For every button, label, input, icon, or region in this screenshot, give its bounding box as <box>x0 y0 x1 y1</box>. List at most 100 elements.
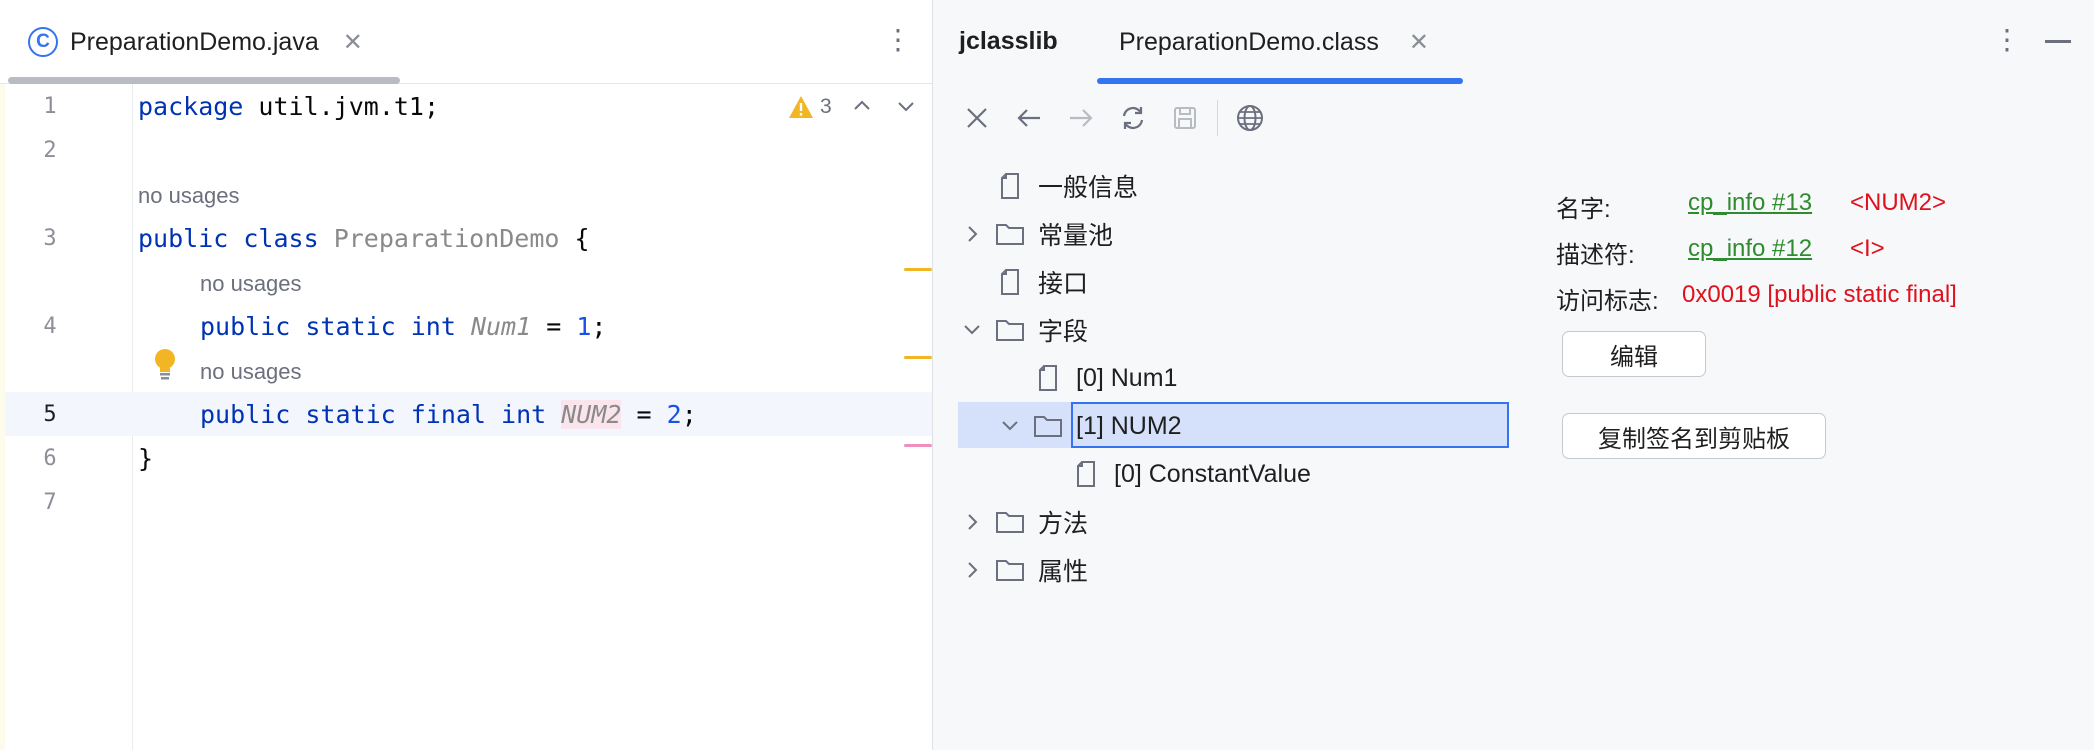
file-icon <box>1032 364 1064 392</box>
class-file-tab[interactable]: PreparationDemo.class ✕ <box>1097 0 1463 84</box>
globe-icon[interactable] <box>1224 98 1276 138</box>
refresh-icon[interactable] <box>1107 98 1159 138</box>
line-number: 6 <box>43 446 57 471</box>
editor-tab-label: PreparationDemo.java <box>70 27 319 56</box>
keyword: public static final int <box>200 400 547 429</box>
descriptor-value: <I> <box>1850 235 1885 262</box>
folder-icon <box>994 508 1026 536</box>
warning-stripe-marker[interactable] <box>904 268 932 271</box>
descriptor-cp-link[interactable]: cp_info #12 <box>1688 235 1812 263</box>
name-value: <NUM2> <box>1850 189 1947 216</box>
tree-item-label: 字段 <box>1038 318 1089 346</box>
tree-item-attributes[interactable]: 属性 <box>960 548 1088 592</box>
editor-tab[interactable]: C PreparationDemo.java ✕ <box>8 0 400 84</box>
field-name-highlighted: NUM2 <box>561 400 622 429</box>
close-icon[interactable]: ✕ <box>343 28 363 57</box>
code-line-5[interactable]: public static final int NUM2 = 2; <box>200 400 697 429</box>
usages-hint[interactable]: no usages <box>200 271 302 297</box>
semicolon: ; <box>591 312 607 341</box>
warning-stripe-marker[interactable] <box>904 356 932 359</box>
minimize-icon[interactable] <box>2045 40 2071 43</box>
forward-arrow-icon[interactable] <box>1055 98 1107 138</box>
tree-item-label: 方法 <box>1038 510 1089 538</box>
toolbar-separator <box>1217 100 1218 136</box>
close-icon[interactable] <box>951 98 1003 138</box>
tree-item-label: [1] NUM2 <box>1076 411 1182 440</box>
keyword: package <box>138 92 244 121</box>
folder-icon <box>994 316 1026 344</box>
chevron-down-icon[interactable] <box>896 96 916 122</box>
access-flags-value: 0x0019 [public static final] <box>1682 281 1957 308</box>
code-line-6[interactable]: } <box>138 444 153 473</box>
usages-hint[interactable]: no usages <box>200 359 302 385</box>
tree-item-label: 属性 <box>1038 558 1089 586</box>
chevron-right-icon[interactable] <box>960 512 984 532</box>
warning-count: 3 <box>820 95 832 118</box>
tree-item-general-info[interactable]: 一般信息 <box>960 164 1138 208</box>
tree-item-constant-value[interactable]: [0] ConstantValue <box>1036 452 1311 496</box>
semicolon: ; <box>681 400 697 429</box>
warnings-indicator[interactable]: 3 <box>788 95 832 119</box>
keyword: public static int <box>200 312 456 341</box>
jclasslib-tab-bar: jclasslib PreparationDemo.class ✕ ⋮ <box>933 0 2094 84</box>
chevron-right-icon[interactable] <box>960 560 984 580</box>
code-line-3[interactable]: public class PreparationDemo { <box>138 224 590 253</box>
keyword: public class <box>138 224 319 253</box>
access-flags-label: 访问标志: <box>1556 288 1659 315</box>
folder-icon <box>994 220 1026 248</box>
name-label: 名字: <box>1556 196 1611 223</box>
descriptor-label: 描述符: <box>1556 242 1635 269</box>
tree-item-label: 一般信息 <box>1038 174 1139 202</box>
line-number: 4 <box>43 314 57 339</box>
folder-icon <box>1032 412 1064 440</box>
tree-item-interfaces[interactable]: 接口 <box>960 260 1088 304</box>
file-icon <box>994 172 1026 200</box>
class-name: PreparationDemo <box>333 224 560 253</box>
warning-icon <box>789 96 813 118</box>
more-options-icon[interactable]: ⋮ <box>1993 26 2021 54</box>
brace: { <box>559 224 590 253</box>
tree-item-methods[interactable]: 方法 <box>960 500 1088 544</box>
back-arrow-icon[interactable] <box>1003 98 1055 138</box>
tree-item-field-num1[interactable]: [0] Num1 <box>998 356 1177 400</box>
jclasslib-title: jclasslib <box>959 27 1058 55</box>
tree-item-fields[interactable]: 字段 <box>960 308 1088 352</box>
class-file-icon: C <box>28 27 58 57</box>
line-number: 2 <box>43 138 57 163</box>
line-number: 3 <box>43 226 57 251</box>
more-options-icon[interactable]: ⋮ <box>884 26 912 54</box>
editor-tab-bar: C PreparationDemo.java ✕ ⋮ <box>0 0 932 84</box>
name-cp-link[interactable]: cp_info #13 <box>1688 189 1812 217</box>
tree-item-field-num2[interactable]: [1] NUM2 <box>998 404 1182 448</box>
line-number: 5 <box>43 402 57 427</box>
chevron-up-icon[interactable] <box>852 96 872 122</box>
tree-item-label: [0] Num1 <box>1076 363 1178 392</box>
number-literal: 2 <box>666 400 682 429</box>
copy-signature-button[interactable]: 复制签名到剪贴板 <box>1562 413 1826 459</box>
chevron-down-icon[interactable] <box>960 323 984 337</box>
field-name: Num1 <box>470 312 532 341</box>
usages-hint[interactable]: no usages <box>138 183 240 209</box>
chevron-right-icon[interactable] <box>960 224 984 244</box>
save-icon[interactable] <box>1159 98 1211 138</box>
folder-icon <box>994 556 1026 584</box>
edit-button[interactable]: 编辑 <box>1562 331 1706 377</box>
tree-item-label: [0] ConstantValue <box>1114 459 1311 488</box>
tree-item-constant-pool[interactable]: 常量池 <box>960 212 1113 256</box>
file-icon <box>1070 460 1102 488</box>
close-icon[interactable]: ✕ <box>1409 28 1429 57</box>
editor-pane: C PreparationDemo.java ✕ ⋮ 1 2 3 4 5 6 7… <box>0 0 932 750</box>
code-line-1[interactable]: package util.jvm.t1; <box>138 92 439 121</box>
jclasslib-toolbar <box>951 98 1276 138</box>
chevron-down-icon[interactable] <box>998 419 1022 433</box>
line-number: 1 <box>43 94 57 119</box>
file-icon <box>994 268 1026 296</box>
lightbulb-icon[interactable] <box>152 347 178 386</box>
number-literal: 1 <box>576 312 592 341</box>
code-line-4[interactable]: public static int Num1 = 1; <box>200 312 606 341</box>
operator: = <box>621 400 667 429</box>
tree-item-label: 常量池 <box>1038 222 1114 250</box>
highlight-stripe-marker[interactable] <box>904 444 932 447</box>
tab-underline <box>8 77 400 84</box>
operator: = <box>531 312 577 341</box>
